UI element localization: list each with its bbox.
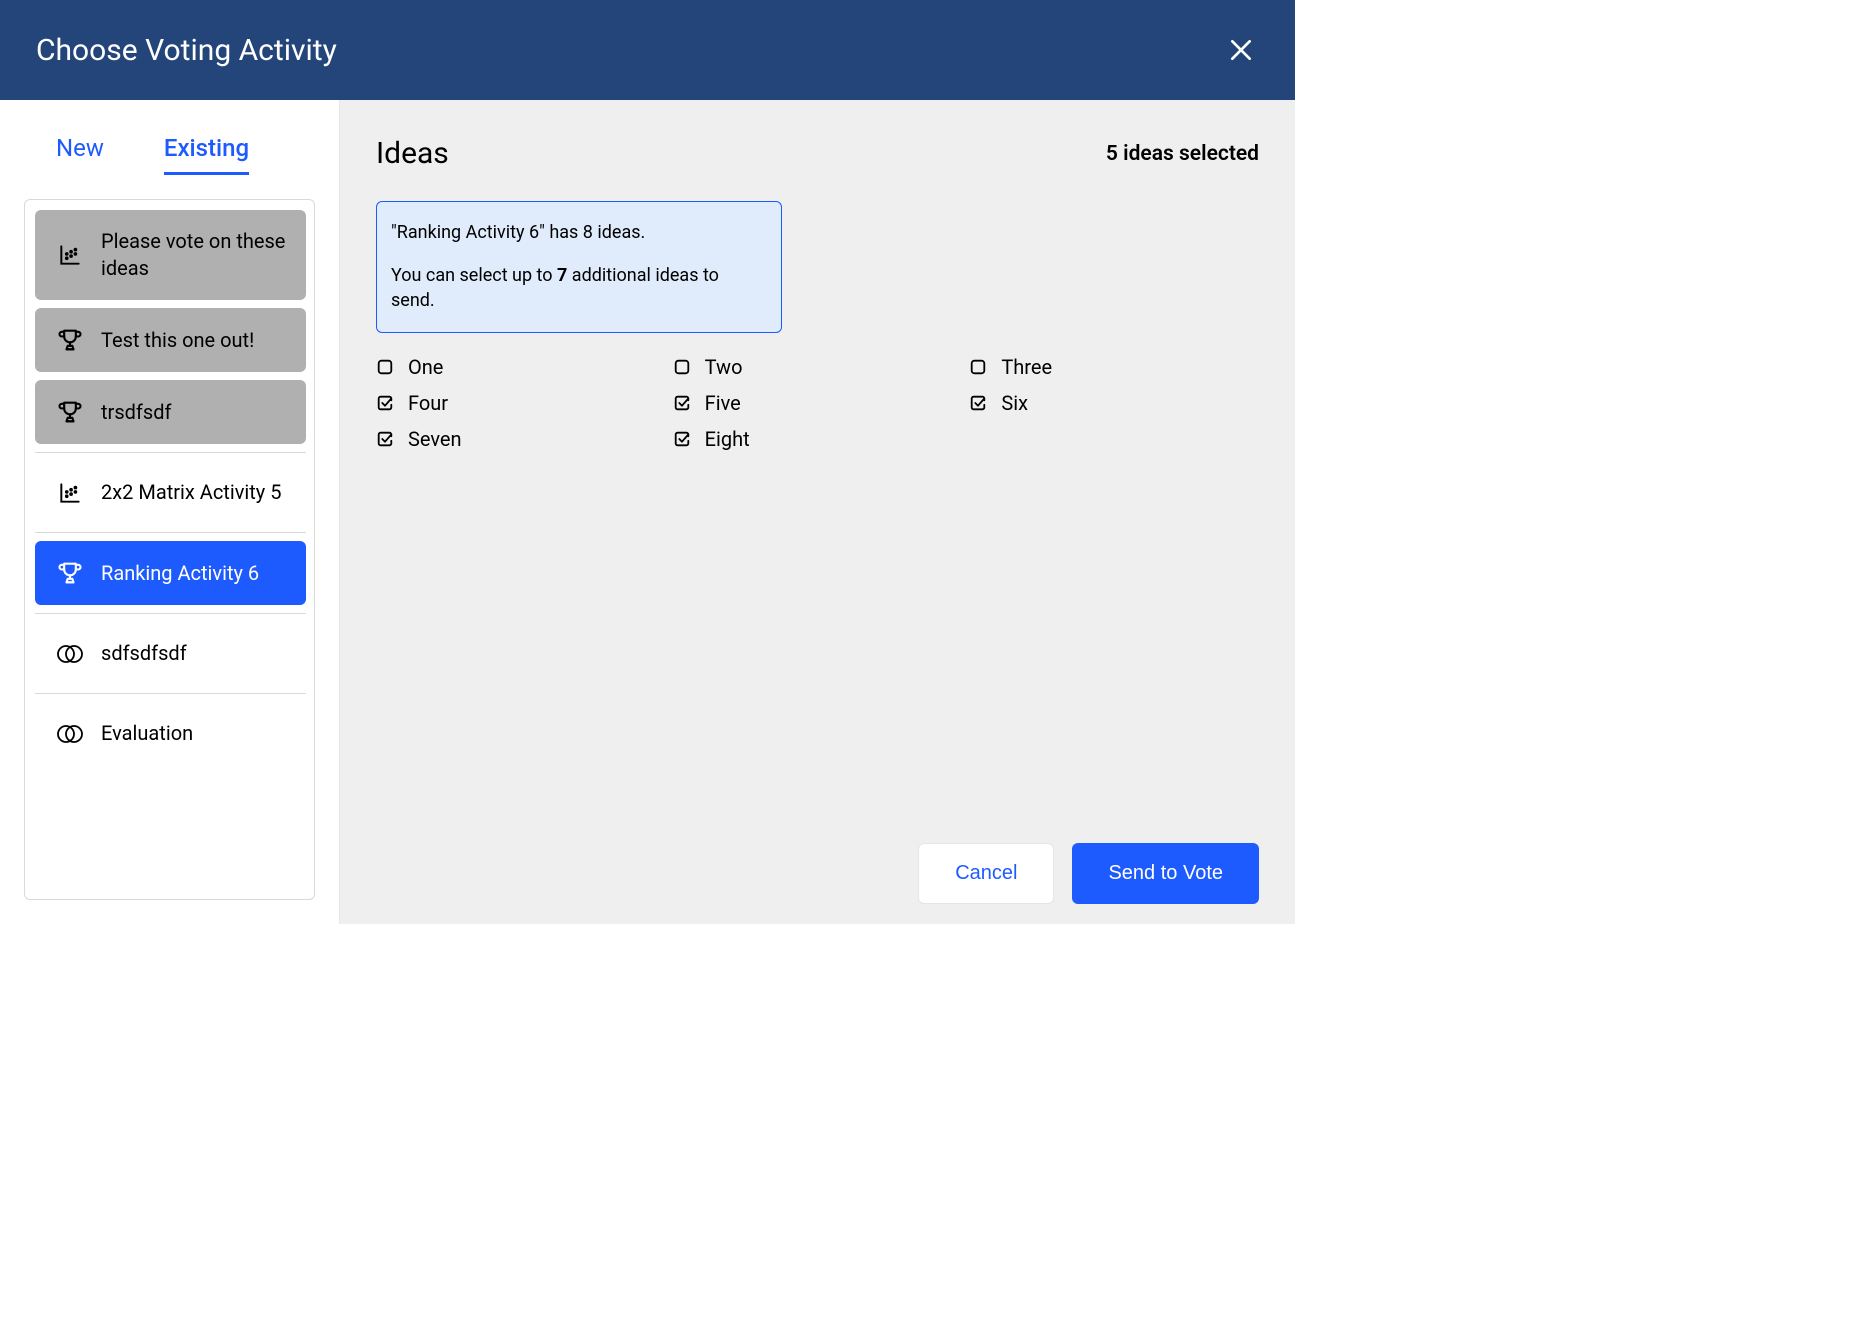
modal-title: Choose Voting Activity — [36, 33, 337, 68]
activity-item[interactable]: 2x2 Matrix Activity 5 — [35, 461, 306, 524]
modal-header: Choose Voting Activity — [0, 0, 1295, 100]
idea-label: Five — [705, 391, 741, 415]
idea-item[interactable]: Six — [969, 391, 1256, 415]
activity-item-label: Test this one out! — [101, 327, 254, 354]
sidebar-tabs: New Existing — [0, 100, 339, 175]
tab-existing[interactable]: Existing — [164, 134, 249, 175]
trophy-icon — [55, 326, 85, 354]
idea-label: Three — [1001, 355, 1052, 379]
ideas-title: Ideas — [376, 136, 449, 171]
activity-item[interactable]: Test this one out! — [35, 308, 306, 372]
checkbox-unchecked-icon[interactable] — [376, 358, 394, 376]
venn-icon — [55, 722, 85, 746]
footer: Cancel Send to Vote — [918, 843, 1259, 904]
main-panel: Ideas 5 ideas selected "Ranking Activity… — [340, 100, 1295, 924]
idea-label: Eight — [705, 427, 750, 451]
info-line-1: "Ranking Activity 6" has 8 ideas. — [391, 220, 767, 245]
activity-item[interactable]: trsdfsdf — [35, 380, 306, 444]
activity-item[interactable]: Please vote on these ideas — [35, 210, 306, 300]
main-header: Ideas 5 ideas selected — [376, 136, 1259, 171]
checkbox-checked-icon[interactable] — [673, 394, 691, 412]
idea-label: Six — [1001, 391, 1028, 415]
checkbox-checked-icon[interactable] — [376, 394, 394, 412]
close-icon — [1228, 37, 1254, 63]
checkbox-checked-icon[interactable] — [673, 430, 691, 448]
checkbox-checked-icon[interactable] — [376, 430, 394, 448]
activity-item-label: Ranking Activity 6 — [101, 560, 259, 587]
activity-item[interactable]: sdfsdfsdf — [35, 622, 306, 685]
idea-item[interactable]: Four — [376, 391, 663, 415]
checkbox-checked-icon[interactable] — [969, 394, 987, 412]
idea-item[interactable]: Three — [969, 355, 1256, 379]
divider — [35, 452, 306, 453]
trophy-icon — [55, 559, 85, 587]
tab-new[interactable]: New — [56, 134, 104, 175]
checkbox-unchecked-icon[interactable] — [673, 358, 691, 376]
idea-label: One — [408, 355, 443, 379]
idea-label: Four — [408, 391, 448, 415]
idea-item[interactable]: Five — [673, 391, 960, 415]
activity-item-label: sdfsdfsdf — [101, 640, 187, 667]
trophy-icon — [55, 398, 85, 426]
idea-label: Two — [705, 355, 743, 379]
activity-list[interactable]: Please vote on these ideas Test this one … — [24, 199, 315, 900]
activity-item-label: Evaluation — [101, 720, 193, 747]
idea-item[interactable]: Two — [673, 355, 960, 379]
idea-item[interactable]: Eight — [673, 427, 960, 451]
selected-count: 5 ideas selected — [1106, 142, 1259, 166]
venn-icon — [55, 642, 85, 666]
activity-item[interactable]: Evaluation — [35, 702, 306, 765]
close-button[interactable] — [1223, 32, 1259, 68]
activity-item-label: trsdfsdf — [101, 399, 171, 426]
modal-body: New Existing Please vote on these ideas T… — [0, 100, 1295, 924]
idea-item[interactable]: One — [376, 355, 663, 379]
matrix-icon — [55, 480, 85, 506]
ideas-grid: One Two Three Four Five Six Seven Eight — [376, 355, 1256, 451]
send-to-vote-button[interactable]: Send to Vote — [1072, 843, 1259, 904]
divider — [35, 693, 306, 694]
activity-item[interactable]: Ranking Activity 6 — [35, 541, 306, 605]
activity-item-label: 2x2 Matrix Activity 5 — [101, 479, 281, 506]
sidebar: New Existing Please vote on these ideas T… — [0, 100, 340, 924]
cancel-button[interactable]: Cancel — [918, 843, 1054, 904]
divider — [35, 613, 306, 614]
matrix-icon — [55, 242, 85, 268]
idea-label: Seven — [408, 427, 462, 451]
activity-item-label: Please vote on these ideas — [101, 228, 292, 282]
divider — [35, 532, 306, 533]
info-line-2: You can select up to 7 additional ideas … — [391, 263, 767, 313]
voting-activity-modal: Choose Voting Activity New Existing Plea… — [0, 0, 1295, 924]
idea-item[interactable]: Seven — [376, 427, 663, 451]
info-box: "Ranking Activity 6" has 8 ideas. You ca… — [376, 201, 782, 333]
checkbox-unchecked-icon[interactable] — [969, 358, 987, 376]
